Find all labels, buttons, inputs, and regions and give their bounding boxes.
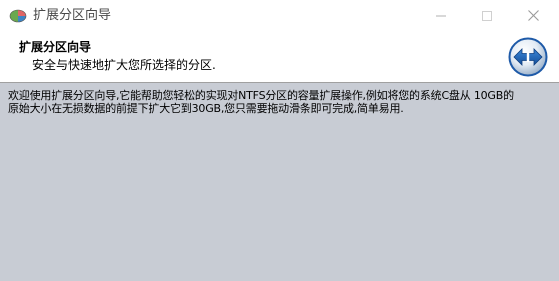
close-icon — [527, 10, 539, 21]
maximize-icon — [482, 10, 492, 21]
double-arrow-resize-icon — [508, 37, 548, 77]
window-title: 扩展分区向导 — [33, 8, 112, 23]
title-bar[interactable]: 扩展分区向导 — [0, 0, 559, 31]
minimize-button[interactable] — [418, 0, 464, 31]
partition-tool-icon — [9, 9, 27, 23]
welcome-description: 欢迎使用扩展分区向导,它能帮助您轻松的实现对NTFS分区的容量扩展操作,例如将您… — [8, 89, 514, 115]
maximize-button[interactable] — [464, 0, 510, 31]
wizard-window: 扩展分区向导 扩展分区向导 安全与快速地扩大您所选择的分区. 欢迎使用扩展分区向… — [0, 0, 559, 281]
wizard-header: 扩展分区向导 安全与快速地扩大您所选择的分区. — [0, 31, 559, 83]
wizard-body: 欢迎使用扩展分区向导,它能帮助您轻松的实现对NTFS分区的容量扩展操作,例如将您… — [0, 83, 559, 281]
minimize-icon — [436, 15, 446, 16]
close-button[interactable] — [510, 0, 556, 31]
wizard-title: 扩展分区向导 — [19, 40, 92, 54]
wizard-subtitle: 安全与快速地扩大您所选择的分区. — [32, 58, 216, 72]
